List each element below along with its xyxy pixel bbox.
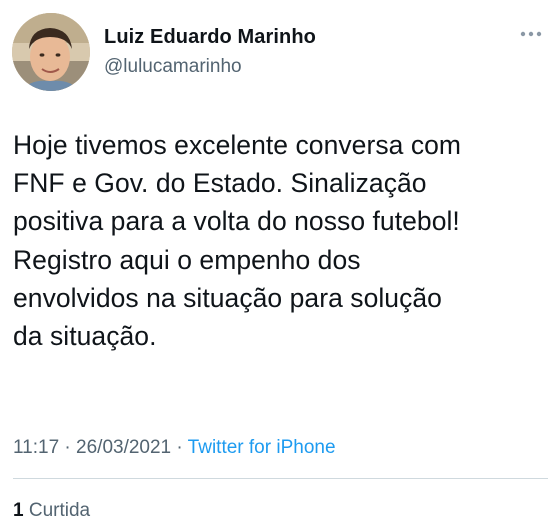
likes-label: Curtida	[23, 500, 91, 521]
tweet-stats[interactable]: 1 Curtida	[13, 500, 90, 522]
more-options-button[interactable]	[518, 26, 544, 42]
tweet-metadata: 11:17 · 26/03/2021 · Twitter for iPhone	[13, 437, 336, 459]
more-horizontal-icon	[520, 31, 542, 37]
tweet-text: Hoje tivemos excelente conversa com FNF …	[13, 130, 462, 352]
meta-separator: ·	[171, 437, 188, 458]
author-handle[interactable]: @lulucamarinho	[104, 56, 242, 78]
meta-separator: ·	[59, 437, 77, 458]
author-name[interactable]: Luiz Eduardo Marinho	[104, 26, 316, 49]
tweet-source-link[interactable]: Twitter for iPhone	[188, 437, 336, 458]
avatar[interactable]	[12, 13, 90, 91]
tweet-time[interactable]: 11:17	[13, 437, 59, 458]
tweet-date[interactable]: 26/03/2021	[76, 437, 171, 458]
likes-count: 1	[13, 500, 24, 521]
avatar-photo	[12, 13, 90, 91]
divider	[13, 478, 548, 479]
